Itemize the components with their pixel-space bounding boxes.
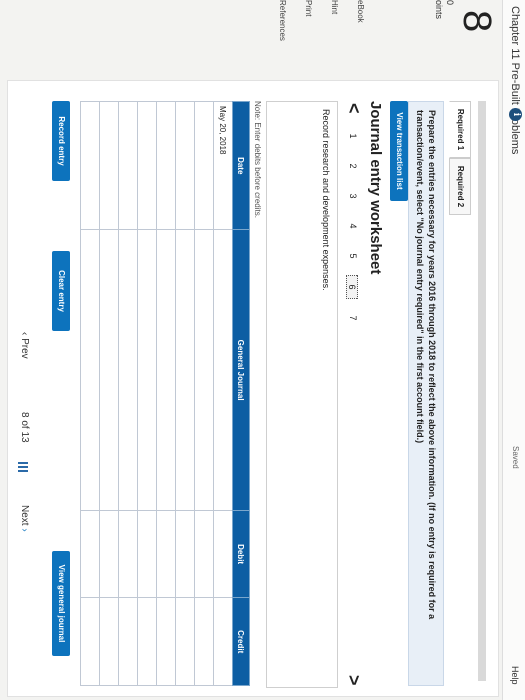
table-row — [118, 101, 138, 686]
points-text: oints — [434, 0, 444, 20]
credit-cell[interactable] — [80, 597, 100, 686]
worksheet-page-6[interactable]: 6 — [346, 275, 358, 299]
credit-cell[interactable] — [194, 597, 214, 686]
view-transaction-list-button[interactable]: View transaction list — [390, 101, 408, 201]
date-cell[interactable] — [118, 101, 138, 230]
prev-chevron-icon[interactable]: < — [343, 103, 364, 114]
question-total: of 13 — [19, 420, 30, 443]
question-number: 8 — [455, 10, 499, 33]
sidebar-item-ebook[interactable]: eBook — [356, 0, 365, 72]
credit-cell[interactable] — [213, 597, 233, 686]
debit-cell[interactable] — [137, 510, 157, 598]
account-cell[interactable] — [156, 229, 176, 511]
help-link[interactable]: Help — [510, 666, 520, 685]
account-cell[interactable] — [80, 229, 100, 511]
clear-entry-button[interactable]: Clear entry — [52, 251, 70, 331]
debit-cell[interactable] — [99, 510, 119, 598]
instructions-box: Prepare the entries necessary for years … — [408, 101, 444, 686]
saved-status: Saved — [511, 446, 520, 469]
app-window: Chapter 11 Pre-Built Problems i Saved He… — [0, 0, 525, 700]
column-debit: Debit — [232, 510, 250, 598]
prev-label: Prev — [19, 338, 30, 359]
question-position: 8 of 13 — [19, 412, 30, 443]
credit-cell[interactable] — [137, 597, 157, 686]
next-label: Next — [19, 505, 30, 526]
account-cell[interactable] — [137, 229, 157, 511]
debit-cell[interactable] — [156, 510, 176, 598]
debit-cell[interactable] — [118, 510, 138, 598]
progress-band — [478, 101, 486, 681]
record-entry-button[interactable]: Record entry — [52, 101, 70, 181]
date-cell[interactable] — [156, 101, 176, 230]
debit-cell[interactable] — [194, 510, 214, 598]
worksheet-page-1[interactable]: 1 — [348, 129, 358, 143]
credit-cell[interactable] — [99, 597, 119, 686]
date-cell[interactable] — [80, 101, 100, 230]
column-general-journal: General Journal — [232, 229, 250, 511]
chapter-title: Chapter 11 Pre-Built Problems — [509, 6, 521, 155]
account-cell[interactable] — [213, 229, 233, 511]
next-button[interactable]: Next › — [19, 505, 30, 532]
sidebar-item-hint[interactable]: Hint — [330, 0, 339, 72]
table-row — [137, 101, 157, 686]
account-cell[interactable] — [194, 229, 214, 511]
date-cell[interactable] — [137, 101, 157, 230]
debit-cell[interactable] — [175, 510, 195, 598]
table-row — [175, 101, 195, 686]
top-bar: Chapter 11 Pre-Built Problems i Saved He… — [502, 0, 525, 700]
column-date: Date — [232, 101, 250, 230]
question-grid-icon[interactable] — [18, 462, 28, 472]
info-icon[interactable]: i — [509, 108, 522, 121]
table-row — [156, 101, 176, 686]
view-general-journal-button[interactable]: View general journal — [52, 551, 70, 656]
date-cell[interactable] — [194, 101, 214, 230]
credit-cell[interactable] — [156, 597, 176, 686]
table-row — [194, 101, 214, 686]
prev-button[interactable]: ‹ Prev — [19, 332, 30, 359]
debits-note: Note: Enter debits before credits. — [253, 101, 262, 218]
debit-cell[interactable] — [213, 510, 233, 598]
date-cell[interactable] — [99, 101, 119, 230]
worksheet-page-3[interactable]: 3 — [348, 189, 358, 203]
transaction-description: Record research and development expenses… — [321, 109, 331, 291]
credit-cell[interactable] — [118, 597, 138, 686]
journal-table: Date General Journal Debit Credit May 20… — [80, 101, 250, 686]
worksheet-page-2[interactable]: 2 — [348, 159, 358, 173]
date-cell[interactable] — [175, 101, 195, 230]
column-credit: Credit — [232, 597, 250, 686]
sidebar-item-references[interactable]: References — [278, 0, 287, 72]
question-panel: Required 1 Required 2 Prepare the entrie… — [7, 80, 499, 697]
worksheet-page-4[interactable]: 4 — [348, 219, 358, 233]
debit-cell[interactable] — [80, 510, 100, 598]
account-cell[interactable] — [99, 229, 119, 511]
worksheet-page-7[interactable]: 7 — [348, 311, 358, 325]
points-value: 0 — [445, 0, 455, 6]
tab-required-2[interactable]: Required 2 — [449, 158, 471, 215]
worksheet-page-5[interactable]: 5 — [348, 249, 358, 263]
prev-chevron-icon: ‹ — [19, 332, 30, 336]
table-row: May 20, 2018 — [213, 101, 233, 686]
table-row — [80, 101, 100, 686]
tab-required-1[interactable]: Required 1 — [449, 101, 471, 158]
account-cell[interactable] — [175, 229, 195, 511]
table-row — [99, 101, 119, 686]
worksheet-title: Journal entry worksheet — [367, 101, 384, 275]
next-chevron-icon: › — [19, 528, 30, 532]
next-chevron-icon[interactable]: > — [343, 675, 364, 686]
credit-cell[interactable] — [175, 597, 195, 686]
account-cell[interactable] — [118, 229, 138, 511]
date-cell[interactable]: May 20, 2018 — [213, 101, 233, 230]
points-label: 0 oints — [433, 0, 455, 19]
sidebar-item-print[interactable]: Print — [304, 0, 313, 72]
current-question: 8 — [19, 412, 30, 418]
